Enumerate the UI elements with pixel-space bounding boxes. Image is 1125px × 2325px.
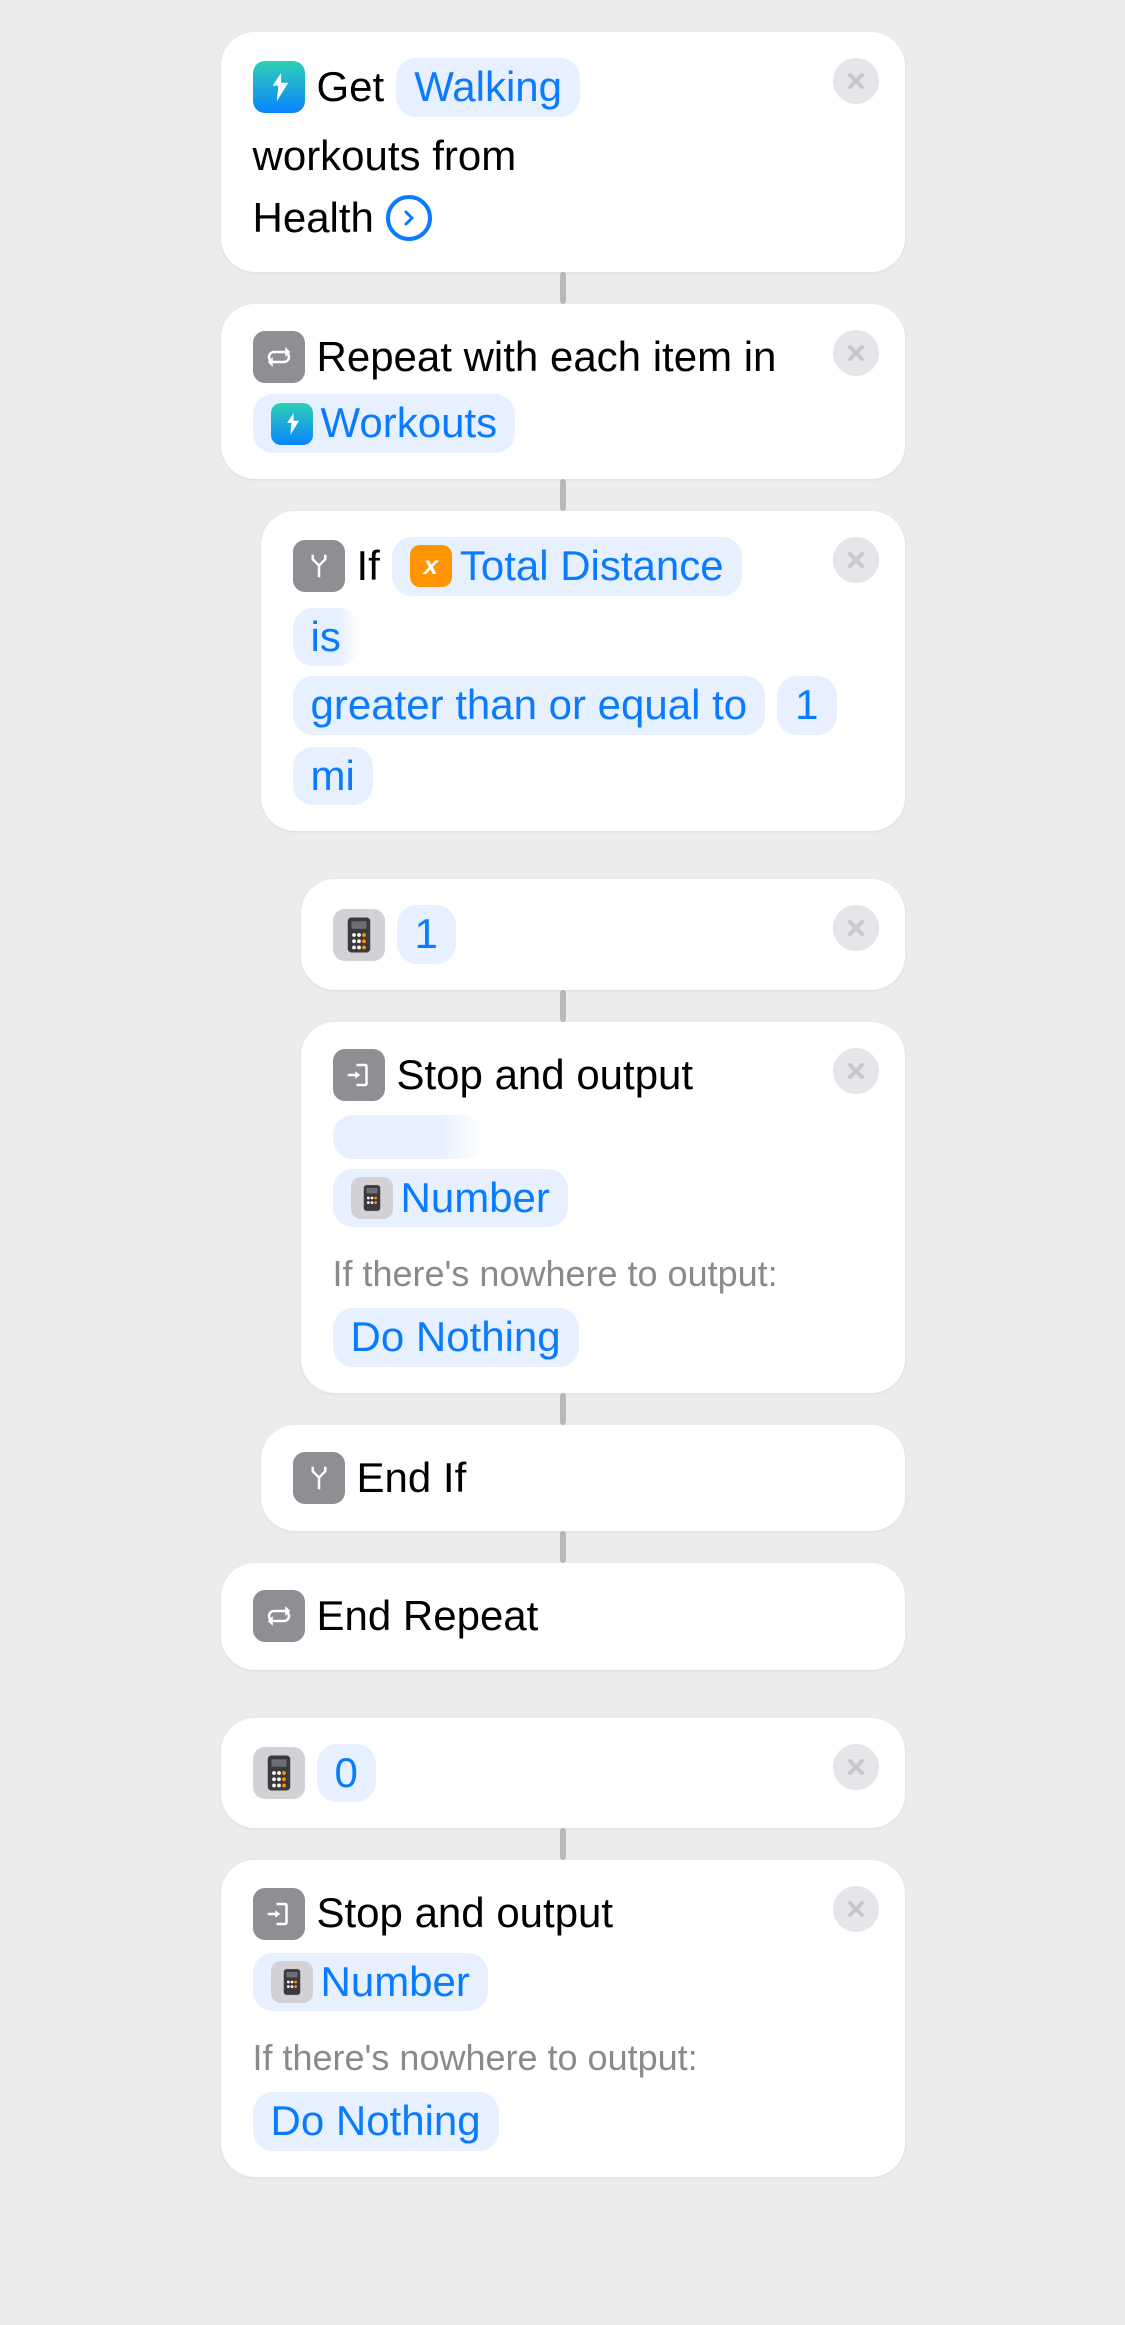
text: Repeat with each item in xyxy=(317,330,777,385)
chevron-right-icon[interactable] xyxy=(386,195,432,241)
text: End If xyxy=(357,1451,467,1506)
calculator-icon xyxy=(351,1177,393,1219)
action-if[interactable]: If x Total Distance is greater than or e… xyxy=(261,511,905,831)
connector xyxy=(560,1393,566,1425)
close-icon[interactable] xyxy=(833,330,879,376)
subheading: If there's nowhere to output: xyxy=(253,2035,873,2082)
action-stop-output-1[interactable]: Stop and output Number If there's nowher… xyxy=(301,1022,905,1393)
connector xyxy=(560,272,566,304)
param-unit[interactable]: mi xyxy=(293,747,373,806)
variable-icon: x xyxy=(410,545,452,587)
action-number-1[interactable]: 1 xyxy=(301,879,905,990)
repeat-icon xyxy=(253,1590,305,1642)
action-stop-output-2[interactable]: Stop and output Number If there's nowher… xyxy=(221,1860,905,2177)
param-number-value[interactable]: 0 xyxy=(317,1744,376,1803)
action-end-if[interactable]: End If xyxy=(261,1425,905,1532)
text: If xyxy=(357,539,380,594)
branch-icon xyxy=(293,1452,345,1504)
subheading: If there's nowhere to output: xyxy=(333,1251,873,1298)
param-if-input[interactable]: x Total Distance xyxy=(392,537,742,596)
param-number[interactable]: 1 xyxy=(777,676,836,735)
connector xyxy=(560,1531,566,1563)
connector xyxy=(560,479,566,511)
close-icon[interactable] xyxy=(833,1744,879,1790)
branch-icon xyxy=(293,540,345,592)
param-no-output-behavior[interactable]: Do Nothing xyxy=(333,1308,579,1367)
param-condition[interactable]: greater than or equal to xyxy=(293,676,766,735)
text: workouts from xyxy=(253,129,517,184)
text: End Repeat xyxy=(317,1589,539,1644)
param-output[interactable]: Number xyxy=(333,1169,568,1228)
param-no-output-behavior[interactable]: Do Nothing xyxy=(253,2092,499,2151)
close-icon[interactable] xyxy=(833,58,879,104)
calculator-icon xyxy=(333,909,385,961)
health-icon xyxy=(271,403,313,445)
exit-icon xyxy=(253,1888,305,1940)
close-icon[interactable] xyxy=(833,1886,879,1932)
connector xyxy=(560,990,566,1022)
text: Get xyxy=(317,60,385,115)
param-output[interactable]: Number xyxy=(253,1953,488,2012)
text: Stop and output xyxy=(317,1886,614,1941)
close-icon[interactable] xyxy=(833,537,879,583)
close-icon[interactable] xyxy=(833,1048,879,1094)
calculator-icon xyxy=(253,1747,305,1799)
health-icon xyxy=(253,61,305,113)
connector-gap xyxy=(560,1670,566,1718)
connector-gap xyxy=(560,831,566,879)
param-repeat-input[interactable]: Workouts xyxy=(253,394,516,453)
close-icon[interactable] xyxy=(833,905,879,951)
calculator-icon xyxy=(271,1961,313,2003)
param-workout-type[interactable]: Walking xyxy=(396,58,580,117)
action-repeat-each[interactable]: Repeat with each item in Workouts xyxy=(221,304,905,479)
action-end-repeat[interactable]: End Repeat xyxy=(221,1563,905,1670)
repeat-icon xyxy=(253,331,305,383)
text: Health xyxy=(253,191,374,246)
text: Stop and output xyxy=(397,1048,694,1103)
action-get-workouts[interactable]: Get Walking workouts from Health xyxy=(221,32,905,272)
connector xyxy=(560,1828,566,1860)
param-condition-part[interactable]: is xyxy=(293,608,359,667)
action-number-0[interactable]: 0 xyxy=(221,1718,905,1829)
param-number-value[interactable]: 1 xyxy=(397,905,456,964)
exit-icon xyxy=(333,1049,385,1101)
param-empty[interactable] xyxy=(333,1115,483,1159)
